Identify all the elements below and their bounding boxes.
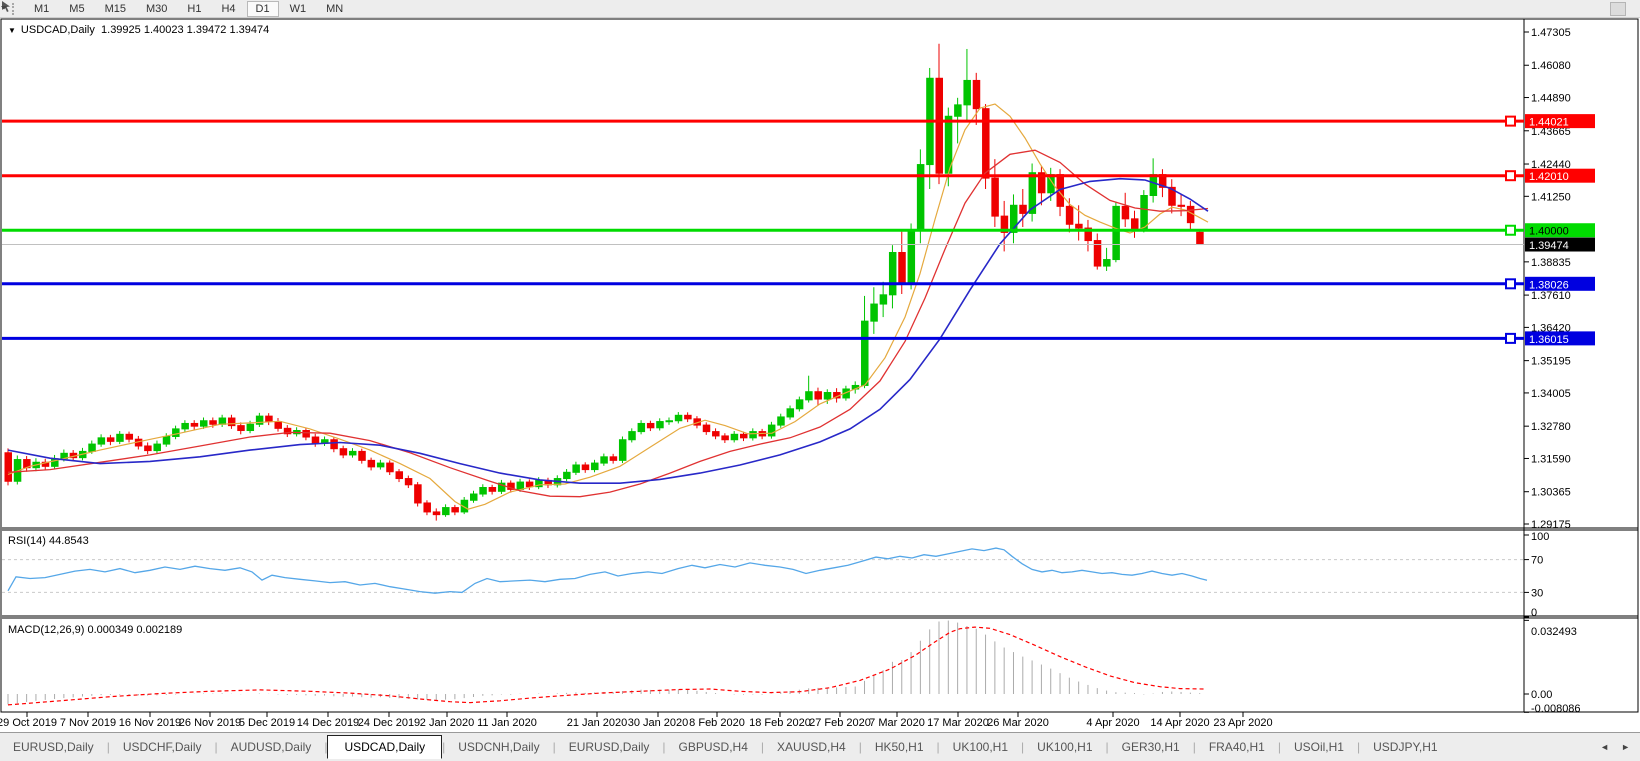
svg-text:100: 100	[1531, 531, 1549, 543]
svg-text:18 Feb 2020: 18 Feb 2020	[749, 717, 811, 729]
svg-text:5 Dec 2019: 5 Dec 2019	[239, 717, 295, 729]
svg-text:24 Dec 2019: 24 Dec 2019	[358, 717, 420, 729]
chart-symbol-label: USDCAD,Daily	[21, 24, 95, 36]
svg-text:17 Mar 2020: 17 Mar 2020	[927, 717, 989, 729]
svg-text:4 Apr 2020: 4 Apr 2020	[1086, 717, 1139, 729]
svg-text:14 Dec 2019: 14 Dec 2019	[297, 717, 359, 729]
svg-text:1.38835: 1.38835	[1531, 257, 1571, 269]
svg-text:1.44890: 1.44890	[1531, 93, 1571, 105]
tab-usdcad-daily[interactable]: USDCAD,Daily	[327, 735, 442, 759]
tab-audusd-daily[interactable]: AUDUSD,Daily	[218, 736, 325, 758]
tab-scroll-left-icon[interactable]: ◄	[1600, 742, 1609, 752]
chart-tab-bar: EURUSD,Daily|USDCHF,Daily|AUDUSD,Daily|U…	[0, 732, 1640, 761]
svg-text:1.29175: 1.29175	[1531, 519, 1571, 531]
svg-text:0.032493: 0.032493	[1531, 626, 1577, 638]
chart-ohlc-values: 1.39925 1.40023 1.39472 1.39474	[101, 24, 269, 36]
svg-text:1.32780: 1.32780	[1531, 421, 1571, 433]
svg-text:1.39474: 1.39474	[1529, 240, 1569, 252]
collapse-triangle-icon[interactable]: ▼	[8, 26, 16, 35]
svg-text:14 Apr 2020: 14 Apr 2020	[1150, 717, 1209, 729]
tab-hk50-h1[interactable]: HK50,H1	[862, 736, 937, 758]
svg-text:27 Feb 2020: 27 Feb 2020	[809, 717, 871, 729]
tab-scroll-right-icon[interactable]: ►	[1621, 742, 1630, 752]
tab-usdjpy-h1[interactable]: USDJPY,H1	[1360, 736, 1450, 758]
svg-text:1.42010: 1.42010	[1529, 171, 1569, 183]
tab-usdcnh-daily[interactable]: USDCNH,Daily	[445, 736, 552, 758]
ma-slow-blue-line	[8, 179, 1208, 484]
macd-signal-line	[8, 627, 1205, 705]
svg-text:1.35195: 1.35195	[1531, 356, 1571, 368]
macd-panel: 0.032493 0.00 -0.008086	[8, 620, 1581, 715]
svg-text:1.34005: 1.34005	[1531, 388, 1571, 400]
tab-eurusd-daily[interactable]: EURUSD,Daily	[556, 736, 663, 758]
svg-text:1.41250: 1.41250	[1531, 191, 1571, 203]
svg-text:7 Mar 2020: 7 Mar 2020	[869, 717, 925, 729]
rsi-line	[8, 548, 1207, 593]
svg-text:1.40000: 1.40000	[1529, 226, 1569, 238]
svg-text:11 Jan 2020: 11 Jan 2020	[477, 717, 537, 729]
macd-indicator-label: MACD(12,26,9) 0.000349 0.002189	[8, 624, 182, 636]
svg-text:-0.008086: -0.008086	[1531, 703, 1581, 715]
svg-text:1.44021: 1.44021	[1529, 117, 1569, 129]
svg-text:26 Mar 2020: 26 Mar 2020	[987, 717, 1049, 729]
svg-text:1.31590: 1.31590	[1531, 453, 1571, 465]
svg-text:1.37610: 1.37610	[1531, 290, 1571, 302]
svg-text:29 Oct 2019: 29 Oct 2019	[0, 717, 57, 729]
tab-usdchf-daily[interactable]: USDCHF,Daily	[110, 736, 215, 758]
tab-uk100-h1[interactable]: UK100,H1	[940, 736, 1021, 758]
tab-uk100-h1[interactable]: UK100,H1	[1024, 736, 1105, 758]
svg-text:8 Feb 2020: 8 Feb 2020	[689, 717, 745, 729]
tab-xauusd-h4[interactable]: XAUUSD,H4	[764, 736, 859, 758]
svg-text:26 Nov 2019: 26 Nov 2019	[179, 717, 241, 729]
svg-text:1.46080: 1.46080	[1531, 60, 1571, 72]
price-levels: 1.44021 1.42010 1.40000 1.38026 1.36015	[2, 114, 1595, 346]
date-axis: 29 Oct 20197 Nov 201916 Nov 201926 Nov 2…	[0, 712, 1273, 729]
tab-fra40-h1[interactable]: FRA40,H1	[1196, 736, 1278, 758]
ma-mid-red-line	[8, 150, 1208, 497]
svg-text:7 Nov 2019: 7 Nov 2019	[60, 717, 116, 729]
chart-title: ▼ USDCAD,Daily 1.39925 1.40023 1.39472 1.…	[8, 24, 269, 36]
tab-usoil-h1[interactable]: USOil,H1	[1281, 736, 1357, 758]
rsi-indicator-label: RSI(14) 44.8543	[8, 535, 89, 547]
svg-text:1.38026: 1.38026	[1529, 279, 1569, 291]
svg-text:23 Apr 2020: 23 Apr 2020	[1213, 717, 1272, 729]
svg-text:2 Jan 2020: 2 Jan 2020	[420, 717, 474, 729]
svg-text:21 Jan 2020: 21 Jan 2020	[567, 717, 628, 729]
svg-text:30: 30	[1531, 587, 1543, 599]
panel-borders	[1, 19, 1638, 712]
tab-ger30-h1[interactable]: GER30,H1	[1109, 736, 1193, 758]
svg-text:1.36015: 1.36015	[1529, 334, 1569, 346]
current-price-marker: 1.39474	[2, 238, 1595, 253]
svg-text:16 Nov 2019: 16 Nov 2019	[119, 717, 181, 729]
svg-text:0: 0	[1531, 607, 1537, 619]
svg-text:1.47305: 1.47305	[1531, 27, 1571, 39]
svg-text:30 Jan 2020: 30 Jan 2020	[628, 717, 689, 729]
tab-eurusd-daily[interactable]: EURUSD,Daily	[0, 736, 107, 758]
svg-text:70: 70	[1531, 555, 1543, 567]
svg-text:1.30365: 1.30365	[1531, 487, 1571, 499]
rsi-panel: 100 70 30 0	[2, 531, 1549, 619]
tab-gbpusd-h4[interactable]: GBPUSD,H4	[666, 736, 761, 758]
tab-scroll-arrows: ◄ ►	[1600, 742, 1630, 752]
chart-canvas[interactable]: 1.473051.460801.448901.436651.424401.412…	[0, 0, 1640, 760]
tabs-holder: EURUSD,Daily|USDCHF,Daily|AUDUSD,Daily|U…	[0, 735, 1451, 759]
svg-text:0.00: 0.00	[1531, 689, 1552, 701]
